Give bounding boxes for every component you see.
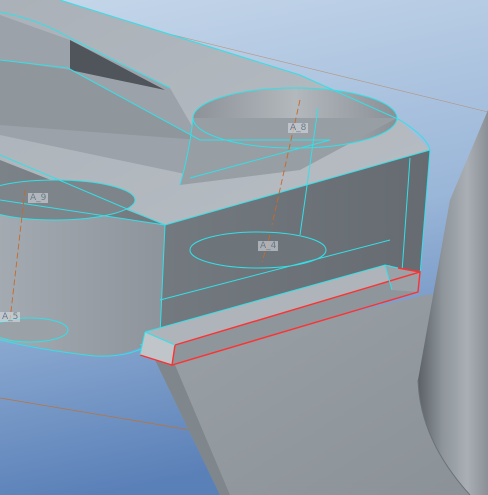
- datum-axis-label[interactable]: A_8: [288, 123, 309, 133]
- cad-3d-viewport[interactable]: A_8 A_9 A_4 A_5: [0, 0, 488, 495]
- datum-axis-label[interactable]: A_4: [258, 241, 279, 251]
- datum-axis-label[interactable]: A_5: [0, 312, 21, 322]
- datum-axis-label[interactable]: A_9: [28, 193, 49, 203]
- model-scene[interactable]: [0, 0, 488, 495]
